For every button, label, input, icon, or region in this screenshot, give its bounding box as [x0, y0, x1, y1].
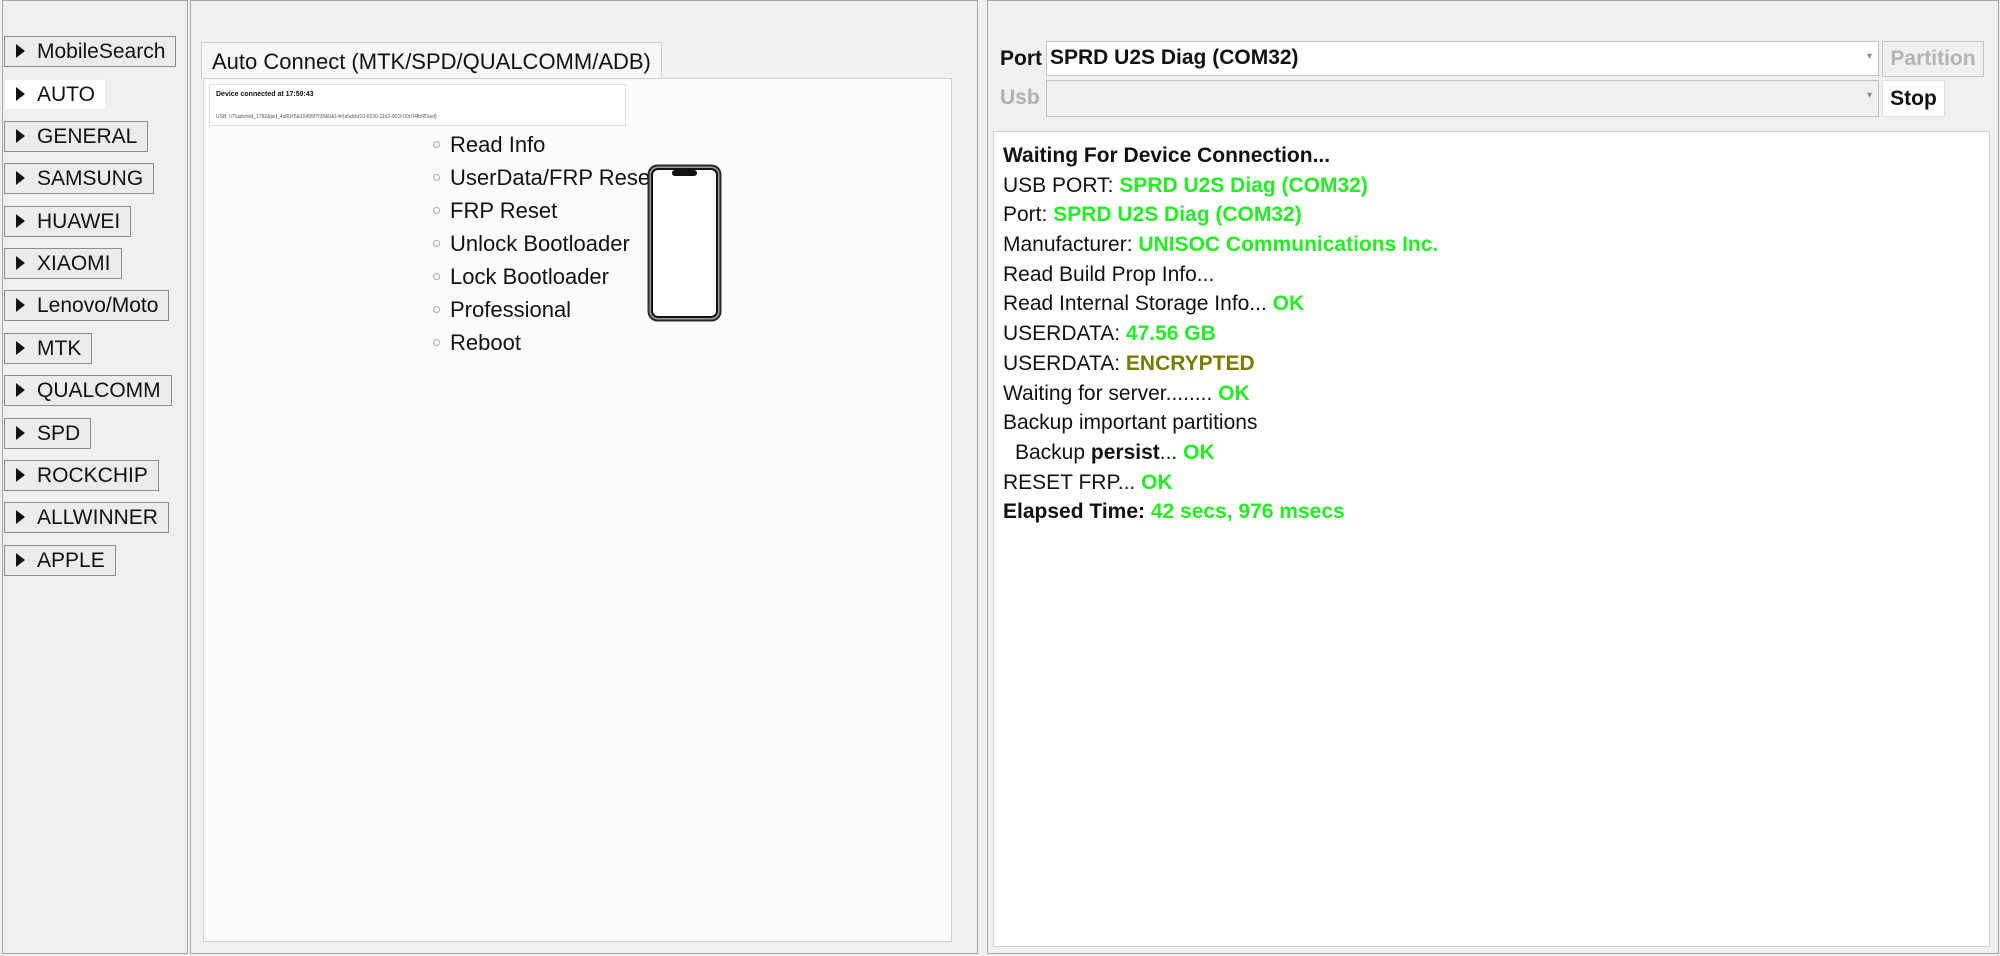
bullet-icon: [433, 141, 440, 148]
sidebar-item-auto[interactable]: AUTO: [4, 79, 106, 110]
log-line: Backup persist... OK: [1015, 440, 1215, 464]
sidebar-item-label: MobileSearch: [37, 40, 166, 63]
triangle-right-icon: [16, 298, 25, 312]
triangle-right-icon: [16, 171, 25, 185]
bullet-icon: [433, 207, 440, 214]
sidebar-item-samsung[interactable]: SAMSUNG: [4, 163, 155, 194]
triangle-right-icon: [16, 256, 25, 270]
sidebar-item-spd[interactable]: SPD: [4, 418, 92, 449]
port-select[interactable]: SPRD U2S Diag (COM32) ▾: [1046, 41, 1879, 76]
log-line: Read Internal Storage Info... OK: [1003, 292, 1305, 316]
smartphone-icon: [647, 164, 722, 322]
sidebar-item-label: SPD: [37, 422, 81, 445]
log-output[interactable]: Waiting For Device Connection... USB POR…: [993, 131, 1990, 947]
bullet-icon: [433, 273, 440, 280]
triangle-right-icon: [16, 129, 25, 143]
log-line: Read Build Prop Info...: [1003, 262, 1215, 286]
stop-button[interactable]: Stop: [1882, 80, 1945, 117]
action-unlock-bootloader[interactable]: Unlock Bootloader: [433, 229, 656, 262]
log-line: USB PORT: SPRD U2S Diag (COM32): [1003, 173, 1368, 197]
bullet-icon: [433, 306, 440, 313]
triangle-right-icon: [16, 468, 25, 482]
log-lines: Waiting For Device Connection... USB POR…: [1003, 141, 1438, 527]
sidebar-item-label: HUAWEI: [37, 210, 121, 233]
chevron-down-icon: ▾: [1866, 51, 1872, 62]
triangle-right-icon: [16, 510, 25, 524]
log-line: Waiting for server........ OK: [1003, 381, 1250, 405]
triangle-right-icon: [16, 426, 25, 440]
device-info-box: Device connected at 17:59:43 USB: \\?\us…: [209, 84, 626, 126]
sidebar-item-label: ROCKCHIP: [37, 464, 148, 487]
port-value: SPRD U2S Diag (COM32): [1050, 46, 1299, 69]
sidebar-item-general[interactable]: GENERAL: [4, 121, 149, 152]
sidebar-item-label: QUALCOMM: [37, 379, 161, 402]
action-professional[interactable]: Professional: [433, 295, 656, 328]
action-reboot[interactable]: Reboot: [433, 328, 656, 361]
log-line: Elapsed Time: 42 secs, 976 msecs: [1003, 500, 1345, 524]
sidebar-item-apple[interactable]: APPLE: [4, 545, 116, 576]
action-frp-reset[interactable]: FRP Reset: [433, 196, 656, 229]
sidebar-item-label: AUTO: [37, 83, 95, 106]
bullet-icon: [433, 339, 440, 346]
triangle-right-icon: [16, 214, 25, 228]
log-line: Backup important partitions: [1003, 411, 1258, 435]
sidebar-item-label: Lenovo/Moto: [37, 294, 159, 317]
log-line: Waiting For Device Connection...: [1003, 144, 1331, 167]
sidebar-item-label: GENERAL: [37, 125, 138, 148]
bullet-icon: [433, 174, 440, 181]
log-line: USERDATA: 47.56 GB: [1003, 322, 1216, 346]
log-line: Port: SPRD U2S Diag (COM32): [1003, 203, 1302, 227]
sidebar-item-rockchip[interactable]: ROCKCHIP: [4, 460, 159, 491]
device-usb-path: USB: \\?\usb#vid_1782&pid_4d00#5&15495f7…: [216, 114, 437, 120]
sidebar-item-label: MTK: [37, 337, 82, 360]
port-label: Port: [1000, 47, 1042, 70]
usb-label: Usb: [1000, 86, 1040, 109]
sidebar-item-qualcomm[interactable]: QUALCOMM: [4, 375, 172, 406]
action-lock-bootloader[interactable]: Lock Bootloader: [433, 262, 656, 295]
triangle-right-icon: [16, 44, 25, 58]
log-line: Manufacturer: UNISOC Communications Inc.: [1003, 233, 1439, 257]
triangle-right-icon: [16, 341, 25, 355]
action-userdata-frp-reset[interactable]: UserData/FRP Reset: [433, 163, 656, 196]
sidebar-item-label: ALLWINNER: [37, 506, 158, 529]
sidebar-item-huawei[interactable]: HUAWEI: [4, 206, 132, 237]
sidebar-item-allwinner[interactable]: ALLWINNER: [4, 502, 169, 533]
tab-auto-connect[interactable]: Auto Connect (MTK/SPD/QUALCOMM/ADB): [201, 42, 662, 79]
triangle-right-icon: [16, 383, 25, 397]
log-line: RESET FRP... OK: [1003, 470, 1173, 494]
bullet-icon: [433, 240, 440, 247]
triangle-right-icon: [16, 553, 25, 567]
sidebar-item-label: XIAOMI: [37, 252, 111, 275]
partition-button[interactable]: Partition: [1882, 41, 1984, 77]
triangle-right-icon: [16, 87, 25, 101]
chevron-down-icon: ▾: [1866, 90, 1872, 101]
sidebar-item-label: APPLE: [37, 549, 105, 572]
sidebar-item-mobilesearch[interactable]: MobileSearch: [4, 36, 177, 67]
action-read-info[interactable]: Read Info: [433, 130, 656, 163]
device-connected-text: Device connected at 17:59:43: [216, 91, 314, 98]
sidebar-item-mtk[interactable]: MTK: [4, 333, 93, 364]
log-line: USERDATA: ENCRYPTED: [1003, 351, 1255, 375]
sidebar-item-label: SAMSUNG: [37, 167, 144, 190]
sidebar-item-lenovo-moto[interactable]: Lenovo/Moto: [4, 290, 170, 321]
sidebar-item-xiaomi[interactable]: XIAOMI: [4, 248, 122, 279]
usb-select[interactable]: ▾: [1046, 80, 1879, 117]
action-list: Read Info UserData/FRP Reset FRP Reset U…: [433, 130, 656, 361]
